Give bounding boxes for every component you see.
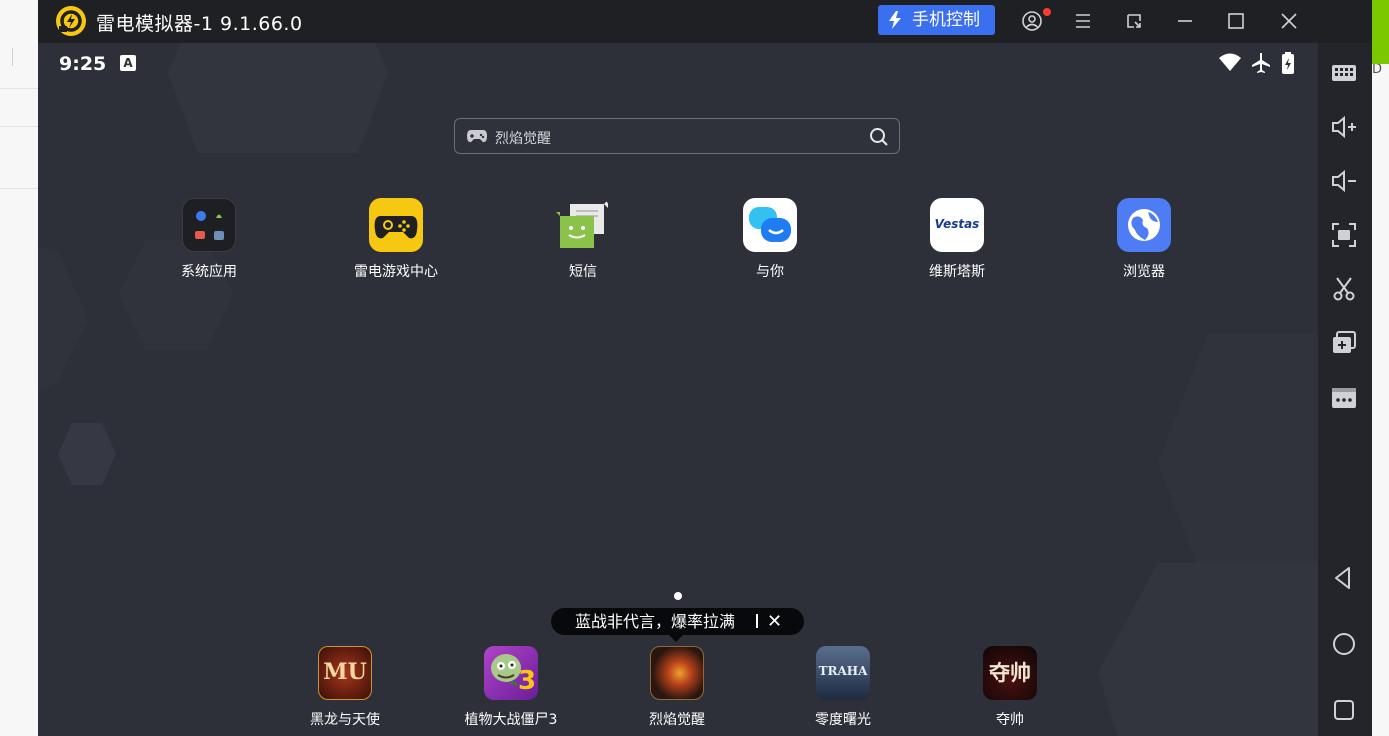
wifi-icon	[1219, 53, 1241, 71]
dock-label: 零度曙光	[815, 712, 871, 728]
dock-label: 夺帅	[996, 712, 1024, 728]
tooltip-separator	[756, 614, 758, 628]
duoshuai-logo-text: 夺帅	[989, 661, 1031, 685]
android-home-screen[interactable]: 9:25 A 烈焰觉醒 系统应用 雷电游戏中心 短信 与你 Vestas 维斯塔…	[38, 43, 1318, 736]
emulator-window: 雷电模拟器-1 9.1.66.0 手机控制 9:25 A 烈焰觉醒 系统应用 雷…	[38, 0, 1372, 736]
dock-label: 烈焰觉醒	[649, 712, 705, 728]
bg-hexagon	[58, 423, 116, 485]
bg-divider	[0, 126, 40, 127]
menu-icon[interactable]	[1071, 9, 1095, 33]
vestas-logo-text: Vestas	[934, 217, 980, 231]
gamepad-icon	[467, 130, 487, 143]
restore-layout-icon[interactable]	[1122, 9, 1146, 33]
app-label: 系统应用	[181, 264, 237, 280]
phone-control-label: 手机控制	[912, 10, 980, 30]
app-sms[interactable]: 短信	[528, 198, 638, 281]
airplane-mode-icon	[1252, 53, 1270, 73]
more-options-icon[interactable]	[1329, 382, 1359, 412]
notification-dot	[1043, 8, 1051, 16]
recent-apps-icon[interactable]	[1329, 695, 1359, 725]
minimize-icon[interactable]	[1173, 9, 1197, 33]
lightning-icon	[889, 11, 901, 29]
app-label: 雷电游戏中心	[354, 264, 438, 280]
title-bar[interactable]: 雷电模拟器-1 9.1.66.0 手机控制	[38, 0, 1372, 43]
yuni-chat-icon	[743, 198, 797, 252]
app-label: 维斯塔斯	[929, 264, 985, 280]
volume-up-icon[interactable]	[1329, 112, 1359, 142]
emulator-sidebar	[1318, 43, 1372, 736]
status-icons	[1218, 51, 1308, 81]
tooltip-text: 蓝战非代言，爆率拉满	[575, 612, 736, 631]
mu-game-icon: MU	[318, 646, 372, 700]
search-icon[interactable]	[869, 127, 889, 147]
bg-hexagon	[38, 245, 88, 391]
search-bar[interactable]: 烈焰觉醒	[454, 118, 900, 154]
pvz3-number: 3	[518, 666, 537, 696]
bg-divider	[0, 88, 40, 89]
dock-label: 植物大战僵尸3	[464, 712, 558, 728]
close-icon[interactable]	[1277, 9, 1301, 33]
app-label: 短信	[569, 264, 597, 280]
dock-app-heilong[interactable]: MU 黑龙与天使	[290, 646, 400, 729]
app-yuni[interactable]: 与你	[715, 198, 825, 281]
search-input[interactable]: 烈焰觉醒	[495, 128, 551, 148]
dock-app-flame[interactable]: 烈焰觉醒	[622, 646, 732, 729]
app-vestas[interactable]: Vestas 维斯塔斯	[902, 198, 1012, 281]
dock-app-duoshuai[interactable]: 夺帅 夺帅	[955, 646, 1065, 729]
screenshot-icon[interactable]	[1329, 220, 1359, 250]
home-icon[interactable]	[1329, 629, 1359, 659]
traha-game-icon: TRAHA	[816, 646, 870, 700]
status-badge: A	[120, 55, 136, 71]
vestas-icon: Vestas	[930, 198, 984, 252]
volume-down-icon[interactable]	[1329, 166, 1359, 196]
bg-divider	[12, 48, 13, 66]
leidian-logo-icon	[56, 6, 86, 36]
flame-awakening-game-icon	[650, 646, 704, 700]
scissors-icon[interactable]	[1329, 274, 1359, 304]
phone-control-button[interactable]: 手机控制	[878, 5, 995, 35]
window-title: 雷电模拟器-1 9.1.66.0	[96, 13, 303, 35]
account-icon[interactable]	[1020, 9, 1044, 33]
app-leidian-game-center[interactable]: 雷电游戏中心	[341, 198, 451, 281]
browser-icon	[1117, 198, 1171, 252]
dock-app-pvz3[interactable]: 3 植物大战僵尸3	[456, 646, 566, 729]
bg-hexagon	[1098, 563, 1318, 736]
traha-logo-text: TRAHA	[818, 664, 868, 678]
promo-tooltip[interactable]: 蓝战非代言，爆率拉满 ✕	[551, 608, 804, 642]
bg-divider	[0, 188, 40, 189]
battery-icon	[1282, 52, 1294, 74]
app-label: 与你	[756, 264, 784, 280]
app-label: 浏览器	[1123, 264, 1165, 280]
page-indicator-dot	[674, 592, 682, 600]
pvz3-game-icon: 3	[484, 646, 538, 700]
app-browser[interactable]: 浏览器	[1089, 198, 1199, 281]
back-icon[interactable]	[1329, 563, 1359, 593]
app-system-apps[interactable]: 系统应用	[154, 198, 264, 281]
system-apps-folder-icon	[182, 198, 236, 252]
leidian-game-center-icon	[369, 198, 423, 252]
bg-partial-text: D	[1372, 62, 1383, 77]
bg-hexagon	[168, 43, 388, 153]
keyboard-icon[interactable]	[1329, 57, 1359, 87]
sms-icon	[556, 198, 610, 252]
tooltip-close-icon[interactable]: ✕	[767, 608, 782, 635]
dock-label: 黑龙与天使	[310, 712, 380, 728]
maximize-icon[interactable]	[1224, 9, 1248, 33]
mu-logo-text: MU	[323, 659, 367, 685]
multi-instance-icon[interactable]	[1329, 328, 1359, 358]
duoshuai-game-icon: 夺帅	[983, 646, 1037, 700]
dock-app-traha[interactable]: TRAHA 零度曙光	[788, 646, 898, 729]
status-time: 9:25	[59, 53, 107, 75]
